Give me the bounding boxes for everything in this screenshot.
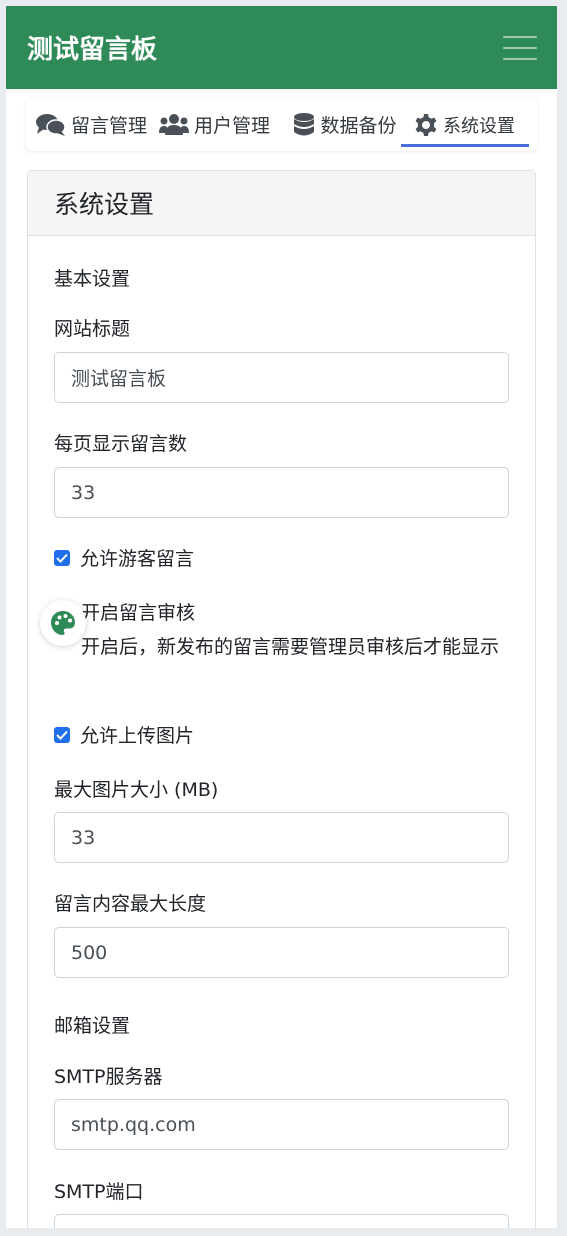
tab-users[interactable]: 用户管理 xyxy=(159,98,289,151)
tab-users-label: 用户管理 xyxy=(194,115,271,137)
max-image-label: 最大图片大小 (MB) xyxy=(54,779,219,801)
hamburger-icon-line xyxy=(503,35,537,38)
max-length-label: 留言内容最大长度 xyxy=(54,893,207,915)
app-frame: 测试留言板 留言管理 用户管理 数据备份 系统设置 系统设置 基本设置 网站标题… xyxy=(6,6,557,1228)
settings-card-title: 系统设置 xyxy=(28,171,535,236)
max-length-input[interactable]: 500 xyxy=(54,927,509,978)
tab-backup[interactable]: 数据备份 xyxy=(289,98,401,151)
tab-backup-label: 数据备份 xyxy=(320,115,397,137)
users-icon xyxy=(159,113,189,135)
smtp-server-label: SMTP服务器 xyxy=(54,1066,163,1088)
max-image-input[interactable]: 33 xyxy=(54,812,509,863)
moderation-label[interactable]: 开启留言审核 xyxy=(81,598,195,625)
comments-icon xyxy=(36,113,66,136)
tab-messages-label: 留言管理 xyxy=(71,115,148,137)
allow-upload-checkbox[interactable] xyxy=(54,726,70,743)
allow-guest-checkbox[interactable] xyxy=(54,549,70,566)
navbar: 测试留言板 xyxy=(6,6,557,89)
allow-upload-label: 允许上传图片 xyxy=(80,725,195,747)
menu-toggle-button[interactable] xyxy=(503,35,537,61)
moderation-description: 开启后，新发布的留言需要管理员审核后才能显示 xyxy=(81,636,500,658)
tab-messages[interactable]: 留言管理 xyxy=(36,98,159,151)
tab-settings-label: 系统设置 xyxy=(443,115,515,137)
smtp-port-input[interactable] xyxy=(54,1214,509,1228)
tab-settings[interactable]: 系统设置 xyxy=(401,98,529,151)
theme-switch-button[interactable] xyxy=(40,600,86,646)
database-icon xyxy=(294,112,315,135)
per-page-input[interactable]: 33 xyxy=(54,467,509,518)
gear-icon xyxy=(415,113,437,136)
smtp-port-label: SMTP端口 xyxy=(54,1181,144,1203)
mail-settings-heading: 邮箱设置 xyxy=(54,1015,131,1037)
settings-card: 系统设置 基本设置 网站标题 测试留言板 每页显示留言数 33 允许游客留言 开… xyxy=(27,170,536,1228)
allow-guest-row: 允许游客留言 xyxy=(54,544,194,571)
admin-tabs: 留言管理 用户管理 数据备份 系统设置 xyxy=(26,98,537,151)
hamburger-icon-line xyxy=(503,46,537,49)
check-icon xyxy=(56,553,68,563)
allow-guest-label: 允许游客留言 xyxy=(80,548,195,570)
per-page-label: 每页显示留言数 xyxy=(54,433,188,455)
allow-upload-row: 允许上传图片 xyxy=(54,721,194,748)
palette-icon xyxy=(51,611,75,635)
smtp-server-input[interactable]: smtp.qq.com xyxy=(54,1099,509,1150)
basic-settings-heading: 基本设置 xyxy=(54,268,131,290)
site-title-input[interactable]: 测试留言板 xyxy=(54,352,509,403)
site-title-label: 网站标题 xyxy=(54,318,131,340)
hamburger-icon-line xyxy=(503,57,537,60)
check-icon xyxy=(56,730,68,740)
brand-title[interactable]: 测试留言板 xyxy=(27,29,157,66)
